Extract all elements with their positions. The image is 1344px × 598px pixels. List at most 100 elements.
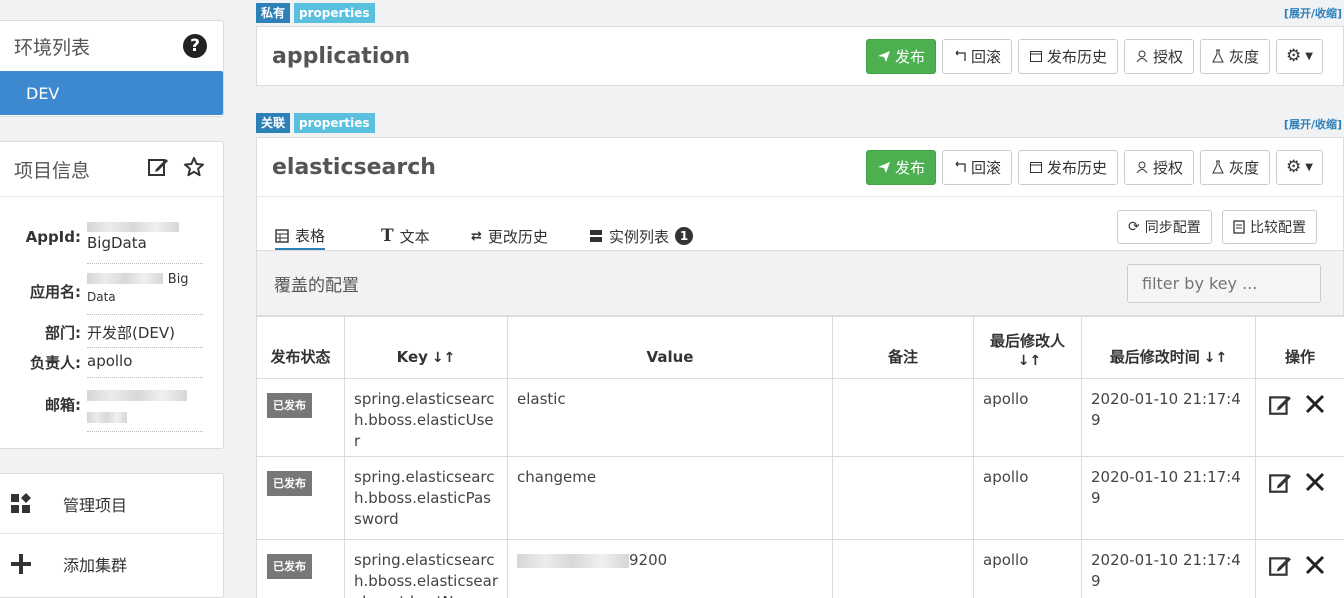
rollback-button[interactable]: 回滚 xyxy=(941,38,1012,74)
delete-icon[interactable] xyxy=(1304,393,1326,423)
table-icon xyxy=(275,228,289,243)
env-item-dev[interactable]: DEV xyxy=(0,71,223,115)
namespace-name: application xyxy=(272,43,411,69)
flask-icon xyxy=(1212,160,1224,174)
table-header-row: 发布状态 Key ↓↑ Value 备注 最后修改人 ↓↑ 最后修改时间 ↓↑ 操作 xyxy=(256,316,1344,379)
project-info-header: 项目信息 xyxy=(0,142,223,197)
time-cell: 2020-01-10 21:17:49 xyxy=(1081,456,1256,540)
environment-panel: 环境列表 ? DEV xyxy=(0,20,224,117)
tab-text[interactable]: T 文本 xyxy=(381,225,430,247)
grant-button[interactable]: 授权 xyxy=(1124,149,1195,185)
gear-icon: ⚙ xyxy=(1286,157,1302,177)
settings-dropdown[interactable]: ⚙ ▼ xyxy=(1276,149,1323,185)
published-badge: 已发布 xyxy=(267,554,312,579)
namespace-header: application 发布 回滚 发布历史 授权 灰度 ⚙ ▼ xyxy=(257,27,1343,85)
grant-button[interactable]: 授权 xyxy=(1124,38,1195,74)
plus-icon xyxy=(7,550,35,578)
comment-cell xyxy=(832,539,974,598)
rollback-button[interactable]: 回滚 xyxy=(941,149,1012,185)
calendar-icon xyxy=(1030,51,1042,62)
publish-button[interactable]: 发布 xyxy=(865,149,936,185)
instance-count-badge: 1 xyxy=(675,227,694,245)
gray-release-button[interactable]: 灰度 xyxy=(1200,149,1271,185)
expand-collapse-link[interactable]: [展开/收缩] xyxy=(1284,116,1342,132)
publish-history-button[interactable]: 发布历史 xyxy=(1018,149,1119,185)
modifier-header[interactable]: 最后修改人 ↓↑ xyxy=(973,316,1082,379)
sort-icon[interactable]: ↓↑ xyxy=(1204,350,1227,366)
value-cell: 9200 xyxy=(507,539,833,598)
publish-history-button[interactable]: 发布历史 xyxy=(1018,38,1119,74)
key-cell: spring.elasticsearch.bboss.elasticsearch… xyxy=(344,539,508,598)
scope-tag: 私有 xyxy=(256,3,291,23)
config-table: 发布状态 Key ↓↑ Value 备注 最后修改人 ↓↑ 最后修改时间 ↓↑ 操作 … xyxy=(256,316,1344,598)
email-value xyxy=(87,386,203,432)
send-icon xyxy=(877,51,890,62)
status-header: 发布状态 xyxy=(256,316,345,379)
time-cell: 2020-01-10 21:17:49 xyxy=(1081,539,1256,598)
document-icon xyxy=(1233,220,1245,234)
delete-icon[interactable] xyxy=(1304,554,1326,584)
expand-collapse-link[interactable]: [展开/收缩] xyxy=(1284,5,1342,21)
manage-project-label: 管理项目 xyxy=(63,495,128,515)
key-header[interactable]: Key ↓↑ xyxy=(344,316,508,379)
publish-button[interactable]: 发布 xyxy=(865,38,936,74)
edit-icon[interactable] xyxy=(147,156,169,182)
sync-icon: ⟳ xyxy=(1128,219,1140,235)
comment-header: 备注 xyxy=(832,316,974,379)
edit-icon[interactable] xyxy=(1268,471,1292,501)
comment-cell xyxy=(832,456,974,540)
edit-icon[interactable] xyxy=(1268,393,1292,423)
modifier-cell: apollo xyxy=(973,539,1082,598)
appid-row: AppId: BigData xyxy=(0,216,225,264)
namespace-tags: 关联 properties xyxy=(256,113,375,133)
value-header: Value xyxy=(507,316,833,379)
settings-dropdown[interactable]: ⚙ ▼ xyxy=(1276,38,1323,74)
sync-config-button[interactable]: ⟳ 同步配置 xyxy=(1117,210,1212,244)
add-cluster-item[interactable]: 添加集群 xyxy=(0,534,223,594)
modifier-cell: apollo xyxy=(973,456,1082,540)
appid-value: BigData xyxy=(87,216,203,264)
ops-header: 操作 xyxy=(1255,316,1344,379)
namespace-actions: 发布 回滚 发布历史 授权 灰度 ⚙ ▼ xyxy=(865,149,1323,185)
calendar-icon xyxy=(1030,162,1042,173)
department-row: 部门: 开发部(DEV) xyxy=(0,322,225,348)
time-header[interactable]: 最后修改时间 ↓↑ xyxy=(1081,316,1256,379)
email-label: 邮箱: xyxy=(45,396,81,414)
app-name-row: 应用名: Big Data xyxy=(0,269,225,315)
flask-icon xyxy=(1212,49,1224,63)
sort-icon[interactable]: ↓↑ xyxy=(432,350,455,366)
server-icon xyxy=(590,230,602,242)
override-config-title: 覆盖的配置 xyxy=(274,275,359,296)
format-tag: properties xyxy=(294,3,375,23)
view-tabs: 表格 T 文本 ⇄ 更改历史 实例列表 1 ⟳ 同步配置 比较配置 xyxy=(256,196,1344,251)
apps-icon xyxy=(7,490,35,518)
namespace-card: application 发布 回滚 发布历史 授权 灰度 ⚙ ▼ xyxy=(256,26,1344,86)
sort-icon[interactable]: ↓↑ xyxy=(1018,353,1041,369)
gray-release-button[interactable]: 灰度 xyxy=(1200,38,1271,74)
edit-icon[interactable] xyxy=(1268,554,1292,584)
comment-cell xyxy=(832,378,974,457)
value-cell: elastic xyxy=(507,378,833,457)
tab-instances[interactable]: 实例列表 1 xyxy=(589,225,694,247)
help-icon[interactable]: ? xyxy=(183,34,207,58)
namespace-tags: 私有 properties xyxy=(256,3,375,23)
namespace-name: elasticsearch xyxy=(272,154,436,180)
nav-panel: 管理项目 添加集群 xyxy=(0,473,224,598)
star-icon[interactable] xyxy=(183,156,205,182)
time-cell: 2020-01-10 21:17:49 xyxy=(1081,378,1256,457)
add-cluster-label: 添加集群 xyxy=(63,556,128,575)
department-label: 部门: xyxy=(45,324,81,342)
department-value: 开发部(DEV) xyxy=(87,322,203,348)
namespace-actions: 发布 回滚 发布历史 授权 灰度 ⚙ ▼ xyxy=(865,38,1323,74)
manage-project-item[interactable]: 管理项目 xyxy=(0,474,223,534)
tab-table[interactable]: 表格 xyxy=(275,223,326,251)
compare-config-button[interactable]: 比较配置 xyxy=(1222,210,1317,244)
tab-change-history[interactable]: ⇄ 更改历史 xyxy=(471,225,548,247)
caret-down-icon: ▼ xyxy=(1305,161,1313,173)
undo-icon xyxy=(955,50,966,61)
swap-icon: ⇄ xyxy=(471,228,482,244)
delete-icon[interactable] xyxy=(1304,471,1326,501)
table-row: 已发布 spring.elasticsearch.bboss.elasticse… xyxy=(256,539,1344,598)
format-tag: properties xyxy=(294,113,375,133)
filter-key-input[interactable] xyxy=(1127,263,1321,303)
